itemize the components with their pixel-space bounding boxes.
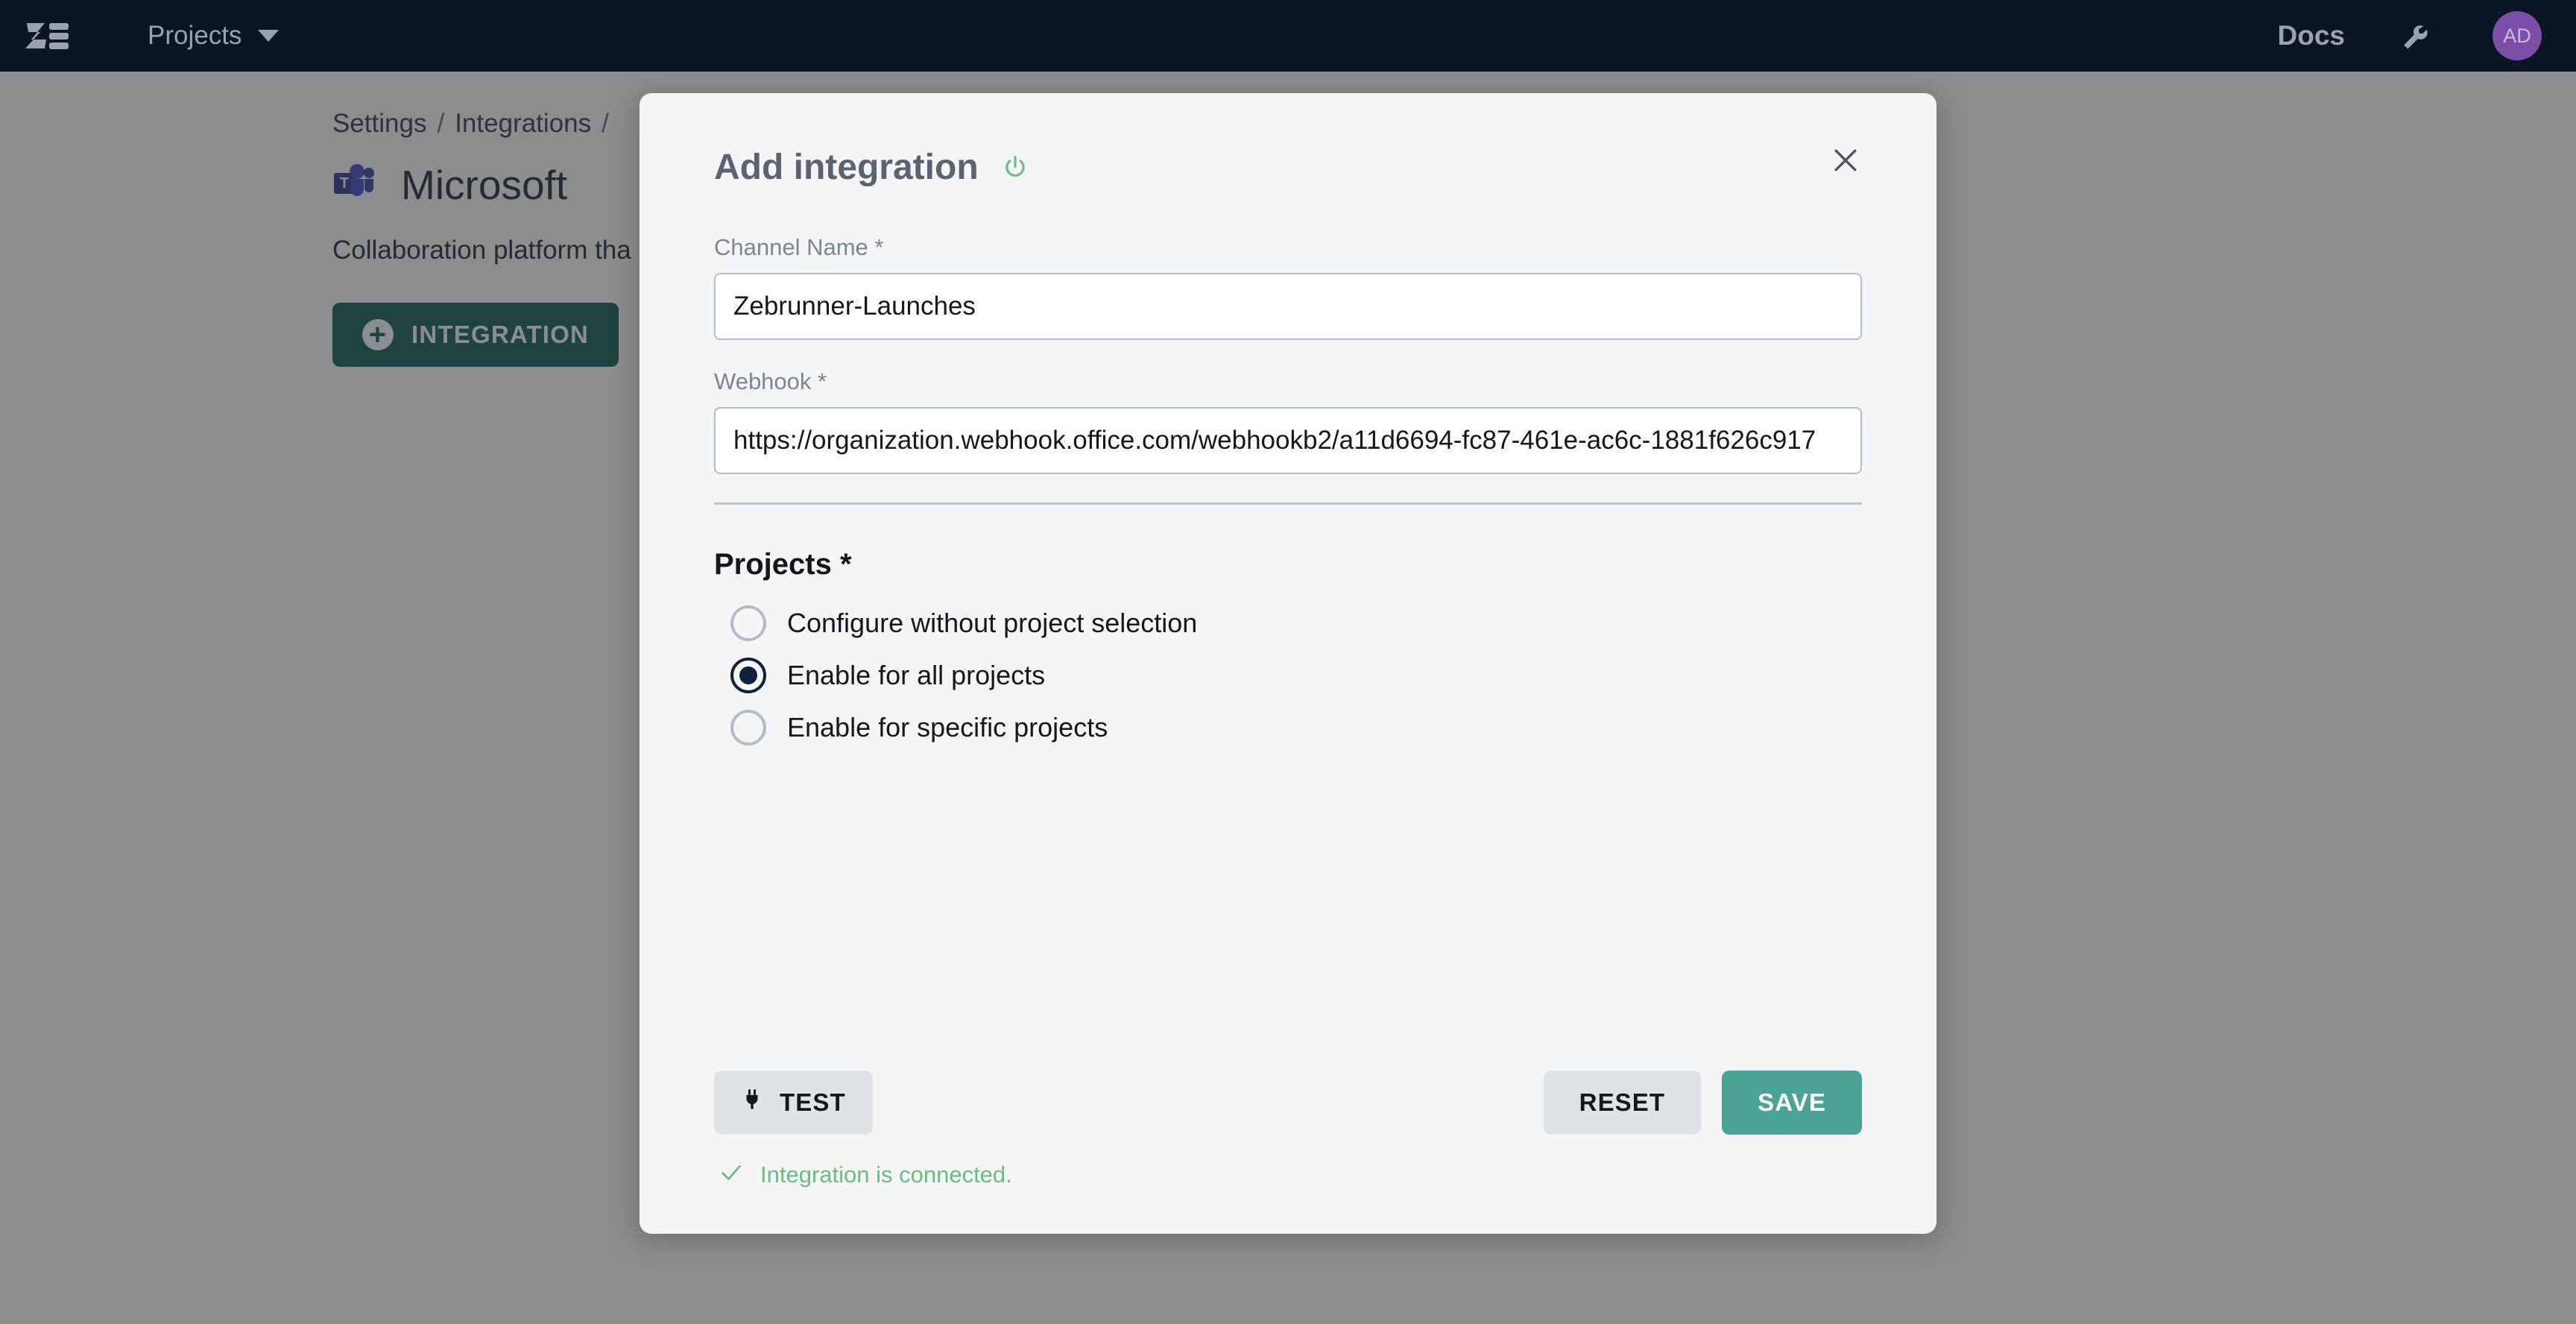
close-icon[interactable] <box>1823 138 1868 183</box>
radio-icon-selected <box>730 658 766 693</box>
radio-option-enable-for-all-projects[interactable]: Enable for all projects <box>730 658 1862 693</box>
radio-label: Enable for specific projects <box>787 712 1108 743</box>
channel-name-label: Channel Name * <box>714 234 884 260</box>
topbar-right-group: Docs AD <box>2278 11 2542 60</box>
radio-label: Configure without project selection <box>787 608 1198 638</box>
dialog-title: Add integration <box>714 148 979 187</box>
section-divider <box>714 502 1862 505</box>
avatar[interactable]: AD <box>2493 11 2542 60</box>
wrench-icon[interactable] <box>2399 16 2439 56</box>
status-text: Integration is connected. <box>760 1161 1012 1188</box>
top-navigation-bar: Projects Docs AD <box>0 0 2576 72</box>
dialog-header: Add integration <box>640 93 1936 188</box>
webhook-label: Webhook * <box>714 368 827 394</box>
plug-icon <box>741 1087 763 1118</box>
radio-option-enable-for-specific-projects[interactable]: Enable for specific projects <box>730 710 1862 745</box>
dialog-footer: TEST RESET SAVE Integration is connected… <box>640 1071 1936 1234</box>
webhook-field: Webhook * <box>714 368 1862 474</box>
zebrunner-logo[interactable] <box>25 17 72 54</box>
projects-section-title: Projects * <box>714 548 852 581</box>
nav-projects-label: Projects <box>148 21 242 50</box>
radio-icon <box>730 710 766 745</box>
avatar-initials: AD <box>2503 24 2531 47</box>
test-button[interactable]: TEST <box>714 1071 873 1135</box>
radio-icon <box>730 605 766 641</box>
check-icon <box>719 1160 744 1189</box>
docs-link[interactable]: Docs <box>2278 20 2345 51</box>
nav-projects-menu[interactable]: Projects <box>148 21 280 51</box>
channel-name-field: Channel Name * <box>714 234 1862 340</box>
reset-button[interactable]: RESET <box>1543 1071 1702 1135</box>
status-message: Integration is connected. <box>719 1160 1862 1189</box>
radio-option-configure-without-project-selection[interactable]: Configure without project selection <box>730 605 1862 641</box>
power-icon[interactable] <box>1001 154 1029 182</box>
radio-label: Enable for all projects <box>787 660 1046 690</box>
webhook-input[interactable] <box>714 407 1862 474</box>
footer-buttons-row: TEST RESET SAVE <box>714 1071 1862 1135</box>
dialog-body: Channel Name * Webhook * Projects * Conf… <box>640 234 1936 745</box>
save-button[interactable]: SAVE <box>1722 1071 1862 1135</box>
test-button-label: TEST <box>780 1088 846 1116</box>
add-integration-dialog: Add integration Channel Name * Webhook *… <box>640 93 1936 1234</box>
chevron-down-icon <box>258 30 280 42</box>
channel-name-input[interactable] <box>714 273 1862 340</box>
